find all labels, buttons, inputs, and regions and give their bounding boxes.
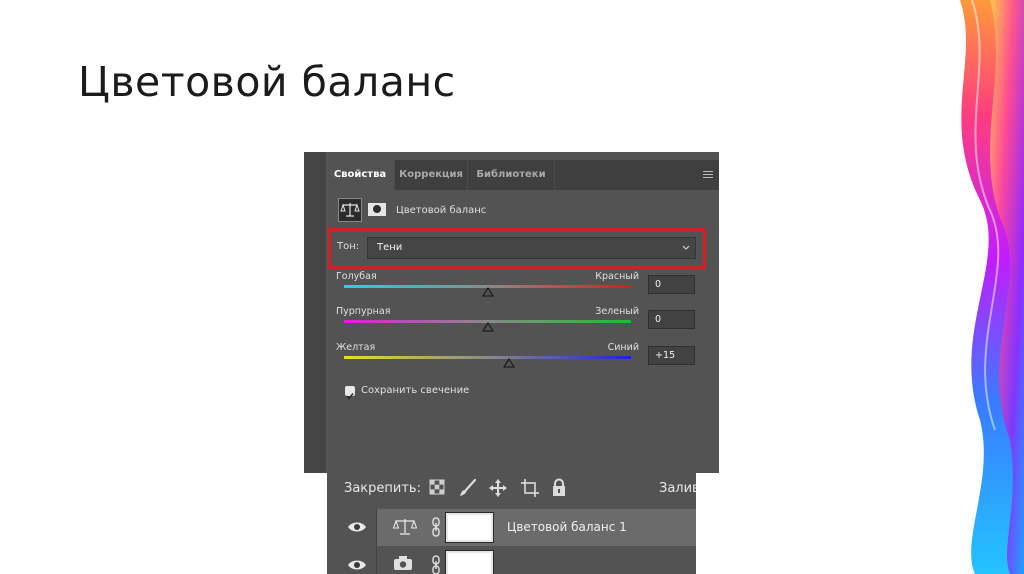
slider-magenta-green: Пурпурная Зеленый 0 xyxy=(326,306,719,346)
slider-right-label: Красный xyxy=(595,271,639,282)
slider-left-label: Желтая xyxy=(336,342,376,353)
eye-icon[interactable] xyxy=(347,521,367,533)
visibility-cell[interactable] xyxy=(327,509,377,546)
balance-scale-icon xyxy=(393,519,417,535)
tone-select[interactable]: Тени xyxy=(367,237,696,259)
slider-track[interactable] xyxy=(344,356,631,359)
layer-row[interactable] xyxy=(327,547,696,574)
adjustment-title: Цветовой баланс xyxy=(396,205,487,216)
slider-yellow-blue: Желтая Синий +15 xyxy=(326,342,719,382)
panel-menu-icon[interactable] xyxy=(703,171,713,179)
slider-right-label: Зеленый xyxy=(595,306,639,317)
visibility-cell[interactable] xyxy=(327,547,377,574)
chain-link-icon[interactable] xyxy=(431,555,441,574)
properties-panel: Свойства Коррекция Библиотеки Цветовой б… xyxy=(304,152,719,473)
slider-left-label: Пурпурная xyxy=(336,306,391,317)
slider-right-label: Синий xyxy=(607,342,639,353)
tone-label: Тон: xyxy=(337,241,360,252)
tab-libraries[interactable]: Библиотеки xyxy=(468,160,555,190)
lock-row: Закрепить: Залив xyxy=(327,473,696,508)
layer-row-color-balance[interactable]: Цветовой баланс 1 xyxy=(327,509,696,546)
panel-tab-bar: Свойства Коррекция Библиотеки xyxy=(326,160,719,190)
tone-select-value: Тени xyxy=(377,242,403,253)
layer-name: Цветовой баланс 1 xyxy=(507,520,627,534)
layer-thumbnail[interactable] xyxy=(445,550,494,574)
tab-properties[interactable]: Свойства xyxy=(326,160,395,190)
camera-icon xyxy=(394,556,412,570)
slider-left-label: Голубая xyxy=(336,271,377,282)
lock-icon[interactable] xyxy=(550,478,570,498)
lock-transparency-icon[interactable] xyxy=(428,478,448,498)
chevron-down-icon xyxy=(682,245,690,250)
chain-link-icon[interactable] xyxy=(431,517,441,537)
slider-value-field[interactable]: 0 xyxy=(648,275,695,294)
layer-mask-icon[interactable] xyxy=(368,203,386,216)
brush-icon[interactable] xyxy=(458,478,478,498)
tab-adjustments[interactable]: Коррекция xyxy=(395,160,468,190)
slider-value-field[interactable]: 0 xyxy=(648,310,695,329)
properties-panel-inner: Свойства Коррекция Библиотеки Цветовой б… xyxy=(326,152,719,473)
check-icon xyxy=(346,393,354,400)
slide-title: Цветовой баланс xyxy=(78,58,456,106)
slider-thumb[interactable] xyxy=(503,358,515,368)
slider-value-field[interactable]: +15 xyxy=(648,346,695,365)
move-icon[interactable] xyxy=(488,478,508,498)
slider-thumb[interactable] xyxy=(481,322,494,332)
fill-label: Залив xyxy=(659,481,696,496)
layers-panel: Закрепить: Залив Цветовой баланс 1 xyxy=(327,473,696,574)
panel-left-strip xyxy=(304,152,326,473)
decorative-ribbon xyxy=(960,0,1024,574)
preserve-luminosity-label: Сохранить свечение xyxy=(361,385,470,396)
layer-mask-thumbnail[interactable] xyxy=(445,512,494,543)
artboard-icon[interactable] xyxy=(520,478,540,498)
slider-cyan-red: Голубая Красный 0 xyxy=(326,271,719,311)
lock-label: Закрепить: xyxy=(344,481,421,496)
eye-icon[interactable] xyxy=(347,559,367,571)
balance-scale-icon[interactable] xyxy=(338,198,362,222)
preserve-luminosity-checkbox[interactable] xyxy=(345,386,355,400)
slider-thumb[interactable] xyxy=(481,287,494,297)
